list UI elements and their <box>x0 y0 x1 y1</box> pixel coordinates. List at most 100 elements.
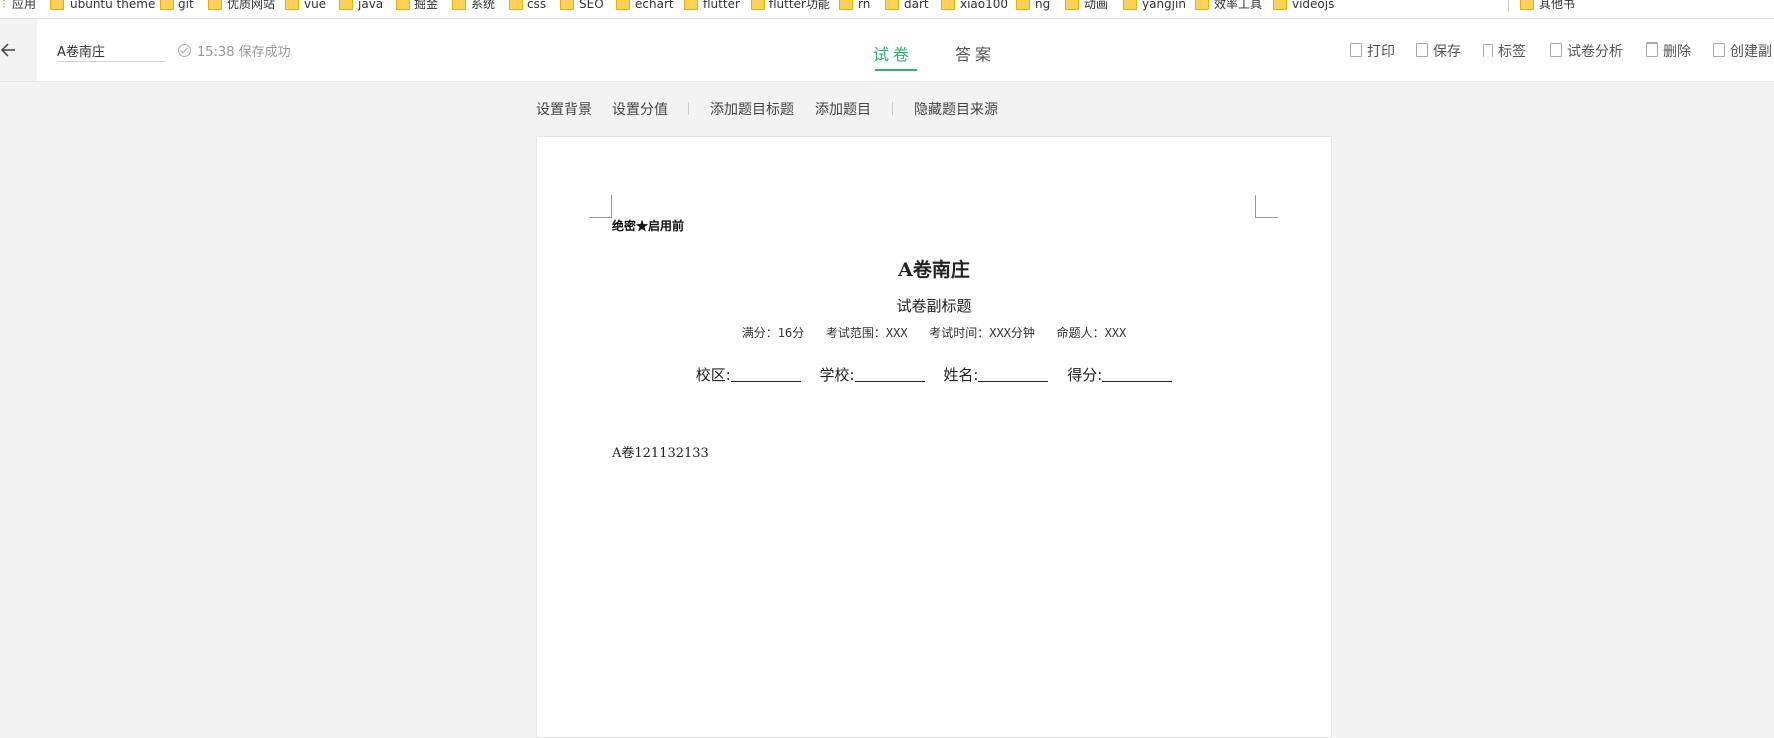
folder-icon <box>509 0 523 10</box>
folder-icon <box>885 0 899 10</box>
tag-button[interactable]: 标签 <box>1483 41 1526 61</box>
bookmark-quality-sites[interactable]: 优质网站 <box>227 0 275 14</box>
tag-label: 标签 <box>1498 44 1526 60</box>
delete-button[interactable]: 删除 <box>1646 41 1691 61</box>
paper-analysis-button[interactable]: 试卷分析 <box>1550 41 1623 61</box>
bookmarks-divider <box>1508 0 1509 12</box>
paper-info[interactable]: 满分：16分 考试范围：XXX 考试时间：XXX分钟 命题人：XXX <box>537 324 1331 341</box>
delete-label: 删除 <box>1663 44 1691 60</box>
folder-icon <box>452 0 466 10</box>
bookmark-ubuntu-theme[interactable]: ubuntu theme <box>70 0 155 14</box>
field-score: 得分: <box>1067 364 1173 385</box>
toolbar-divider <box>688 102 689 115</box>
add-question-button[interactable]: 添加题目 <box>815 99 871 119</box>
field-blank <box>1102 367 1173 382</box>
bookmark-apps[interactable]: 应用 <box>12 0 36 14</box>
create-copy-button[interactable]: 创建副 <box>1713 41 1772 61</box>
save-label: 保存 <box>1433 44 1461 60</box>
copy-icon <box>1713 43 1725 57</box>
check-circle-icon <box>178 44 191 57</box>
folder-icon <box>839 0 853 10</box>
bookmark-flutter[interactable]: flutter <box>703 0 740 14</box>
folder-icon <box>285 0 299 10</box>
save-button[interactable]: 保存 <box>1416 41 1461 61</box>
field-label: 姓名: <box>943 366 979 384</box>
bookmark-echart[interactable]: echart <box>635 0 674 14</box>
bookmark-videojs[interactable]: videojs <box>1292 0 1334 14</box>
toolbar-divider <box>892 102 893 115</box>
trash-icon <box>1646 42 1658 57</box>
tab-answer[interactable]: 答案 <box>955 41 995 65</box>
field-name: 姓名: <box>943 364 1049 385</box>
bookmark-system[interactable]: 系统 <box>471 0 495 14</box>
field-label: 校区: <box>695 366 731 384</box>
save-status: 15:38 保存成功 <box>178 41 291 60</box>
folder-icon <box>339 0 353 10</box>
field-blank <box>854 367 925 382</box>
folder-icon <box>1123 0 1137 10</box>
folder-icon <box>50 0 64 10</box>
folder-icon <box>208 0 222 10</box>
paper-analysis-label: 试卷分析 <box>1567 44 1623 60</box>
bookmarks-bar: ⁝ 应用 ubuntu theme git 优质网站 vue java 掘金 系… <box>0 0 1774 19</box>
print-label: 打印 <box>1367 44 1395 60</box>
bookmark-xiao100[interactable]: xiao100 <box>960 0 1008 14</box>
apps-icon[interactable]: ⁝ <box>2 0 6 14</box>
bookmark-animation[interactable]: 动画 <box>1084 0 1108 14</box>
bookmark-juejin[interactable]: 掘金 <box>414 0 438 14</box>
print-button[interactable]: 打印 <box>1350 41 1395 61</box>
field-blank <box>978 367 1049 382</box>
field-school: 学校: <box>820 364 925 385</box>
exam-paper: 绝密★启用前 A卷南庄 试卷副标题 满分：16分 考试范围：XXX 考试时间：X… <box>536 136 1332 738</box>
folder-icon <box>1065 0 1079 10</box>
active-tab-indicator <box>875 69 917 71</box>
field-label: 学校: <box>819 366 855 384</box>
folder-icon <box>1520 0 1534 10</box>
folder-icon <box>1195 0 1209 10</box>
bookmark-rn[interactable]: rn <box>858 0 870 14</box>
arrow-left-icon <box>0 43 15 57</box>
set-score-button[interactable]: 设置分值 <box>612 99 668 119</box>
add-section-title-button[interactable]: 添加题目标题 <box>710 99 794 119</box>
paper-title[interactable]: A卷南庄 <box>537 255 1331 282</box>
question-item[interactable]: A卷121132133 <box>612 442 709 461</box>
bookmark-efficiency-tools[interactable]: 效率工具 <box>1214 0 1262 14</box>
folder-icon <box>941 0 955 10</box>
back-button[interactable] <box>0 19 37 81</box>
bookmark-other[interactable]: 其他书 <box>1539 0 1575 14</box>
field-blank <box>730 367 801 382</box>
corner-mark <box>589 195 612 218</box>
bookmark-css[interactable]: css <box>527 0 546 14</box>
field-label: 得分: <box>1067 366 1103 384</box>
corner-mark <box>1255 195 1278 218</box>
folder-icon <box>560 0 574 10</box>
paper-fields: 校区: 学校: 姓名: 得分: <box>537 364 1331 385</box>
bookmark-icon <box>1483 44 1493 57</box>
bookmark-vue[interactable]: vue <box>304 0 326 14</box>
bookmark-dart[interactable]: dart <box>904 0 929 14</box>
bookmark-java[interactable]: java <box>358 0 383 14</box>
folder-icon <box>1016 0 1030 10</box>
bookmark-flutter-features[interactable]: flutter功能 <box>769 0 830 14</box>
editor-header: 15:38 保存成功 试卷 答案 打印 保存 标签 试卷分析 删除 创建副 <box>0 19 1774 82</box>
folder-icon <box>616 0 630 10</box>
bookmark-git[interactable]: git <box>178 0 194 14</box>
bookmark-yangjin[interactable]: yangjin <box>1142 0 1186 14</box>
copy-icon <box>1550 43 1562 57</box>
folder-icon <box>751 0 765 10</box>
print-icon <box>1350 43 1362 57</box>
folder-icon <box>396 0 410 10</box>
bookmark-ng[interactable]: ng <box>1035 0 1050 14</box>
paper-title-input[interactable] <box>57 39 165 62</box>
paper-subtitle[interactable]: 试卷副标题 <box>537 295 1331 316</box>
secret-label[interactable]: 绝密★启用前 <box>612 217 684 234</box>
folder-icon <box>684 0 698 10</box>
tab-paper[interactable]: 试卷 <box>873 41 913 65</box>
set-background-button[interactable]: 设置背景 <box>536 99 592 119</box>
save-status-text: 15:38 保存成功 <box>197 45 291 60</box>
folder-icon <box>160 0 174 10</box>
field-campus: 校区: <box>696 364 801 385</box>
bookmark-seo[interactable]: SEO <box>579 0 604 14</box>
hide-source-button[interactable]: 隐藏题目来源 <box>914 99 998 119</box>
save-icon <box>1416 43 1428 57</box>
